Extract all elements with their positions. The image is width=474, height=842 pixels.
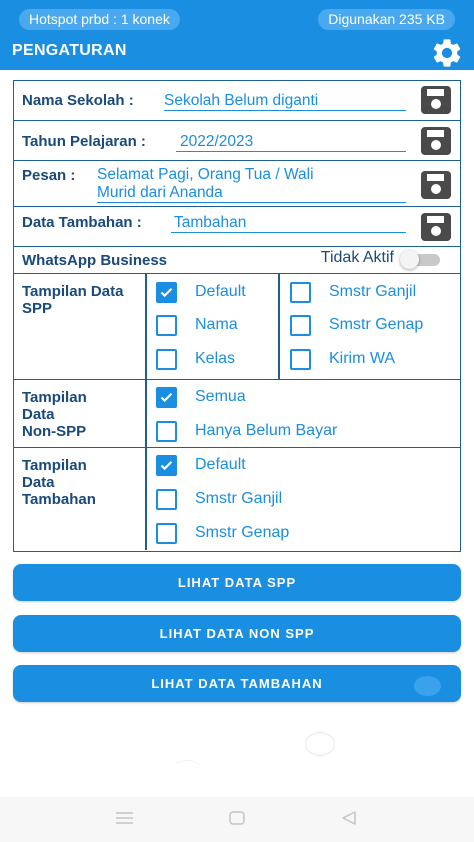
touch-ripple: [172, 760, 202, 780]
nonspp-unpaid-label: Hanya Belum Bayar: [195, 422, 338, 439]
extra-default-label: Default: [195, 456, 246, 473]
message-label: Pesan :: [22, 167, 76, 184]
spp-even-semester-label: Smstr Genap: [329, 316, 424, 333]
row-spp-display: Tampilan Data SPP Default Nama Kelas Sms…: [14, 274, 460, 380]
whatsapp-status: Tidak Aktif: [320, 249, 394, 266]
navigation-bar: [0, 797, 474, 842]
spp-odd-semester-checkbox[interactable]: [290, 282, 311, 303]
extra-odd-semester-label: Smstr Ganjil: [195, 490, 283, 507]
row-school-name: Nama Sekolah : Sekolah Belum diganti: [14, 81, 460, 121]
spp-display-label: Tampilan Data SPP: [22, 283, 124, 317]
nonspp-all-checkbox[interactable]: [156, 387, 177, 408]
floppy-disk-icon[interactable]: [420, 213, 452, 241]
row-message: Pesan : Selamat Pagi, Orang Tua / Wali M…: [14, 161, 460, 207]
home-icon[interactable]: [229, 811, 245, 830]
whatsapp-label: WhatsApp Business: [22, 252, 168, 269]
app-bar: PENGATURAN: [0, 36, 474, 70]
touch-ripple: [414, 676, 441, 696]
back-icon[interactable]: [341, 811, 357, 830]
hotspot-status: Hotspot prbd : 1 konek: [19, 9, 180, 30]
view-extra-button[interactable]: LIHAT DATA TAMBAHAN: [13, 665, 461, 702]
floppy-disk-icon[interactable]: [420, 171, 452, 199]
spp-send-wa-checkbox[interactable]: [290, 349, 311, 370]
extra-data-input[interactable]: Tambahan: [171, 214, 406, 233]
row-nonspp-display: Tampilan Data Non-SPP Semua Hanya Belum …: [14, 380, 460, 448]
spp-class-label: Kelas: [195, 350, 236, 367]
floppy-disk-icon[interactable]: [420, 127, 452, 155]
extra-odd-semester-checkbox[interactable]: [156, 489, 177, 510]
status-bar: Hotspot prbd : 1 konek Digunakan 235 KB: [0, 0, 474, 36]
gear-icon[interactable]: [430, 36, 464, 70]
floppy-disk-icon[interactable]: [420, 86, 452, 114]
menu-icon[interactable]: [116, 811, 133, 830]
extra-even-semester-label: Smstr Genap: [195, 524, 290, 541]
data-usage: Digunakan 235 KB: [318, 9, 455, 30]
spp-name-label: Nama: [195, 316, 238, 333]
view-spp-button[interactable]: LIHAT DATA SPP: [13, 564, 461, 601]
spp-even-semester-checkbox[interactable]: [290, 315, 311, 336]
school-year-input[interactable]: 2022/2023: [176, 133, 406, 152]
settings-form: Nama Sekolah : Sekolah Belum diganti Tah…: [13, 80, 461, 552]
row-extra-data: Data Tambahan : Tambahan: [14, 207, 460, 247]
extra-even-semester-checkbox[interactable]: [156, 523, 177, 544]
page-title: PENGATURAN: [12, 42, 127, 59]
nonspp-all-label: Semua: [195, 388, 246, 405]
row-school-year: Tahun Pelajaran : 2022/2023: [14, 121, 460, 161]
school-name-input[interactable]: Sekolah Belum diganti: [164, 92, 406, 111]
spp-class-checkbox[interactable]: [156, 349, 177, 370]
message-input[interactable]: Selamat Pagi, Orang Tua / Wali Murid dar…: [97, 166, 406, 203]
spp-odd-semester-label: Smstr Ganjil: [329, 283, 417, 300]
spp-name-checkbox[interactable]: [156, 315, 177, 336]
extra-data-label: Data Tambahan :: [22, 214, 142, 231]
view-nonspp-button[interactable]: LIHAT DATA NON SPP: [13, 615, 461, 652]
extra-display-label: Tampilan Data Tambahan: [22, 457, 96, 508]
school-year-label: Tahun Pelajaran :: [22, 133, 146, 150]
spp-default-checkbox[interactable]: [156, 282, 177, 303]
spp-default-label: Default: [195, 283, 246, 300]
nonspp-display-label: Tampilan Data Non-SPP: [22, 389, 87, 440]
nonspp-unpaid-checkbox[interactable]: [156, 421, 177, 442]
spp-send-wa-label: Kirim WA: [329, 350, 396, 367]
touch-ripple: [305, 732, 335, 756]
extra-default-checkbox[interactable]: [156, 455, 177, 476]
row-extra-display: Tampilan Data Tambahan Default Smstr Gan…: [14, 448, 460, 550]
row-whatsapp: WhatsApp Business Tidak Aktif: [14, 247, 460, 274]
whatsapp-toggle[interactable]: [400, 250, 442, 269]
school-name-label: Nama Sekolah :: [22, 92, 134, 109]
